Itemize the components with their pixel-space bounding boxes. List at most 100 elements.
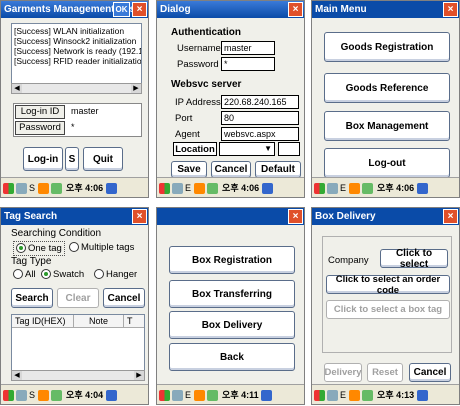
all-radio[interactable]: All: [13, 269, 36, 280]
box-delivery-titlebar: Box Delivery: [312, 208, 459, 225]
cancel-button[interactable]: Cancel: [409, 363, 451, 382]
desktop-icon[interactable]: [416, 183, 428, 195]
box-registration-button[interactable]: Box Registration: [169, 246, 295, 274]
multiple-tags-radio[interactable]: Multiple tags: [69, 242, 134, 253]
battery-icon: [50, 390, 62, 402]
start-icon[interactable]: [3, 390, 14, 402]
default-button[interactable]: Default: [255, 161, 301, 178]
log-line: [Success] Network is ready (192.168.: [14, 46, 142, 56]
tag-type-heading: Tag Type: [11, 256, 52, 267]
reset-button[interactable]: Reset: [367, 363, 403, 382]
one-tag-radio[interactable]: One tag: [13, 241, 65, 256]
login-id-field[interactable]: master: [69, 105, 139, 119]
location-extra-field[interactable]: [278, 142, 300, 156]
radio-label: One tag: [28, 243, 62, 254]
start-icon[interactable]: [314, 390, 325, 402]
company-select-button[interactable]: Click to select: [380, 248, 448, 270]
start-icon[interactable]: [3, 183, 14, 195]
keyboard-icon[interactable]: [16, 390, 27, 402]
clear-button[interactable]: Clear: [57, 288, 99, 308]
main-menu-titlebar: Main Menu: [312, 1, 459, 18]
battery-icon: [361, 390, 373, 402]
username-label: Username: [177, 43, 221, 54]
logout-button[interactable]: Log-out: [324, 148, 450, 178]
login-window: Garments Management Sys... OK × [Success…: [0, 0, 149, 198]
chevron-down-icon: ▼: [264, 144, 272, 153]
port-field[interactable]: 80: [221, 111, 299, 125]
input-mode-label: E: [340, 390, 347, 400]
auth-heading: Authentication: [171, 27, 241, 38]
battery-icon: [50, 183, 62, 195]
desktop-icon[interactable]: [105, 390, 117, 402]
start-icon[interactable]: [314, 183, 325, 195]
clock: 오후 4:04: [66, 390, 104, 400]
horizontal-scrollbar[interactable]: ◀ ▶: [11, 83, 142, 94]
delivery-button[interactable]: Delivery: [324, 363, 362, 382]
box-management-button[interactable]: Box Management: [324, 111, 450, 141]
scroll-right-icon[interactable]: ▶: [134, 371, 144, 380]
scroll-left-icon[interactable]: ◀: [12, 371, 22, 380]
password-field[interactable]: *: [69, 121, 139, 135]
window-title: Box Delivery: [315, 211, 376, 222]
cancel-button[interactable]: Cancel: [211, 161, 251, 178]
close-icon[interactable]: ×: [443, 209, 458, 224]
desktop-icon[interactable]: [261, 390, 273, 402]
start-icon[interactable]: [159, 183, 170, 195]
goods-reference-button[interactable]: Goods Reference: [324, 73, 450, 103]
s-button[interactable]: S: [65, 147, 79, 171]
close-icon[interactable]: ×: [288, 2, 303, 17]
radio-icon: [94, 269, 104, 280]
location-dropdown[interactable]: ▼: [219, 142, 275, 156]
search-button[interactable]: Search: [11, 288, 53, 308]
cancel-button[interactable]: Cancel: [103, 288, 145, 308]
box-transferring-button[interactable]: Box Transferring: [169, 280, 295, 308]
ok-button[interactable]: OK: [113, 2, 130, 17]
taskbar: S 오후 4:04: [1, 384, 148, 404]
back-button[interactable]: Back: [169, 343, 295, 371]
keyboard-icon[interactable]: [327, 183, 338, 195]
column-header[interactable]: Tag ID(HEX): [12, 315, 74, 327]
close-icon[interactable]: ×: [443, 2, 458, 17]
scroll-left-icon[interactable]: ◀: [12, 84, 22, 93]
start-icon[interactable]: [159, 390, 170, 402]
tag-list-header: Tag ID(HEX) Note T: [12, 315, 144, 328]
goods-registration-button[interactable]: Goods Registration: [324, 32, 450, 62]
close-icon[interactable]: ×: [132, 209, 147, 224]
box-tag-select-button[interactable]: Click to select a box tag: [326, 300, 450, 319]
column-header[interactable]: Note: [74, 315, 124, 327]
horizontal-scrollbar[interactable]: ◀ ▶: [11, 370, 145, 381]
username-field[interactable]: master: [221, 41, 275, 55]
keyboard-icon[interactable]: [16, 183, 27, 195]
login-button[interactable]: Log-in: [23, 147, 63, 171]
window-title: Tag Search: [4, 211, 58, 222]
column-header[interactable]: T: [124, 315, 144, 327]
swatch-radio[interactable]: Swatch: [41, 269, 84, 280]
radio-selected-icon: [41, 269, 51, 280]
keyboard-icon[interactable]: [327, 390, 338, 402]
tag-search-titlebar: Tag Search: [1, 208, 148, 225]
close-icon[interactable]: ×: [132, 2, 147, 17]
location-button[interactable]: Location: [173, 142, 217, 156]
keyboard-icon[interactable]: [172, 390, 183, 402]
save-button[interactable]: Save: [171, 161, 207, 178]
taskbar: E 오후 4:06: [312, 177, 459, 197]
box-delivery-window: Box Delivery × Company Click to select C…: [311, 207, 460, 405]
scroll-right-icon[interactable]: ▶: [131, 84, 141, 93]
password-field[interactable]: *: [221, 57, 275, 71]
radio-label: All: [25, 269, 36, 280]
desktop-icon[interactable]: [105, 183, 117, 195]
box-delivery-button[interactable]: Box Delivery: [169, 311, 295, 339]
hanger-radio[interactable]: Hanger: [94, 269, 137, 280]
close-icon[interactable]: ×: [288, 209, 303, 224]
desktop-icon[interactable]: [261, 183, 273, 195]
clock: 오후 4:06: [222, 183, 260, 193]
order-code-select-button[interactable]: Click to select an order code: [326, 274, 450, 296]
keyboard-icon[interactable]: [172, 183, 183, 195]
ip-field[interactable]: 220.68.240.165: [221, 95, 299, 109]
desktop-icon[interactable]: [416, 390, 428, 402]
radio-icon: [13, 269, 23, 280]
agent-field[interactable]: websvc.aspx: [221, 127, 299, 141]
radio-label: Multiple tags: [81, 242, 135, 253]
quit-button[interactable]: Quit: [83, 147, 123, 171]
port-label: Port: [175, 113, 193, 124]
